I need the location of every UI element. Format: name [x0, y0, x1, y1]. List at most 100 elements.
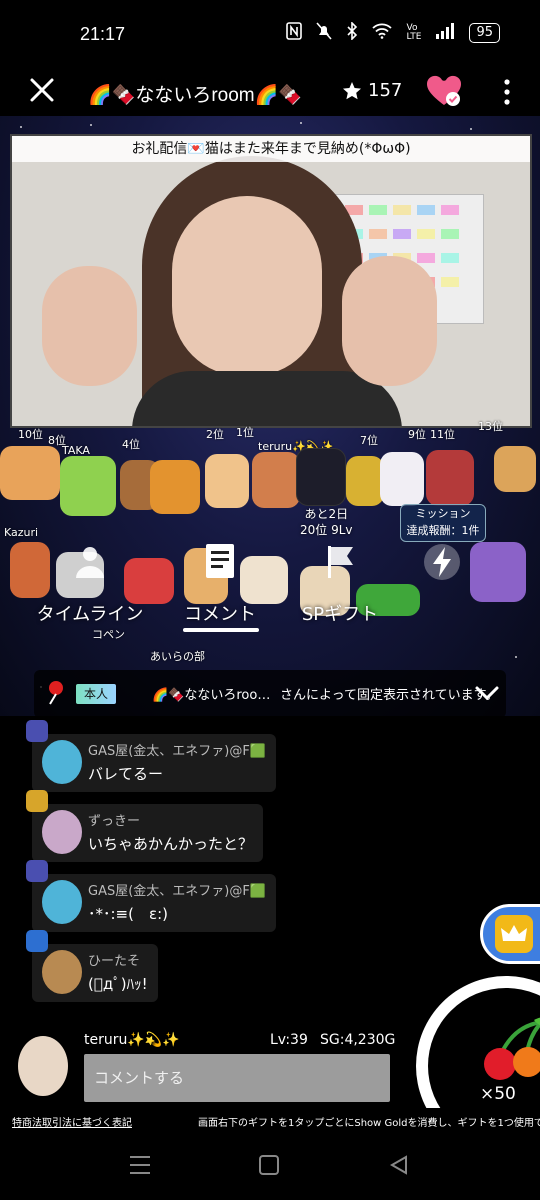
close-icon: [30, 78, 54, 102]
home-button[interactable]: [258, 1154, 280, 1180]
pin-icon: [46, 680, 68, 710]
sparkle: [20, 126, 22, 128]
owner-badge: 本人: [76, 684, 117, 704]
expand-button[interactable]: [474, 682, 500, 708]
rank-label: 4位: [122, 438, 140, 451]
comment-bubble: GAS屋(金太、エネファ)@F🟩 バレてるー: [26, 720, 277, 792]
avatar[interactable]: [42, 880, 82, 924]
mission-title: ミッション: [415, 507, 471, 520]
streamer-left-fist: [42, 266, 137, 386]
comment-bubble: GAS屋(金太、エネファ)@F🟩 ･*･:≡( ε:): [26, 860, 277, 932]
level-badge-icon: [26, 790, 48, 812]
comment-text: ･*･:≡( ε:): [88, 905, 168, 923]
user-name: teruru✨💫✨: [84, 1032, 180, 1048]
avatar[interactable]: [42, 810, 82, 854]
sparkle: [300, 122, 302, 124]
comment-item: GAS屋(金太、エネファ)@F🟩 ･*･:≡( ε:): [26, 860, 277, 932]
favorite-button[interactable]: [426, 74, 462, 108]
comment-author: ひーたそ: [88, 954, 141, 969]
tab-label: SPギフト: [301, 604, 379, 625]
pinned-owner-name: 🌈🍫なないろroo…: [152, 688, 271, 703]
status-icons: Vo LTE 95: [286, 21, 500, 44]
level-badge-icon: [26, 930, 48, 952]
viewer-avatar: [296, 448, 346, 506]
rank-label: 13位: [478, 420, 503, 433]
active-tab-indicator: [183, 628, 259, 632]
pinned-message: さんによって固定表示されています。: [280, 688, 499, 703]
viewer-avatar: [60, 456, 116, 516]
signal-icon: [435, 23, 455, 43]
comment-author: GAS屋(金太、エネファ)@F🟩: [88, 744, 267, 759]
video-player[interactable]: お礼配信💌猫はまた来年まで見納め(*ΦωΦ): [10, 134, 532, 428]
tab-comment[interactable]: コメント: [150, 534, 290, 626]
recent-apps-icon: [130, 1156, 150, 1174]
comment-list-icon: [206, 544, 234, 578]
star-icon: [343, 81, 361, 99]
chevron-down-icon: [475, 686, 499, 701]
volte-icon: Vo LTE: [406, 23, 422, 42]
viewer-avatar: [494, 446, 536, 492]
rank-label: 9位: [408, 428, 426, 441]
rank-label: 1位: [236, 426, 254, 439]
comment-text: いちゃあかんかったと？: [88, 835, 254, 853]
avatar[interactable]: [42, 740, 82, 784]
viewer-avatar: [346, 456, 384, 506]
tab-lightning[interactable]: [372, 534, 512, 600]
comment-input[interactable]: [84, 1054, 390, 1102]
user-level: Lv:39: [270, 1032, 308, 1048]
comment-author: ずっきー: [88, 814, 141, 829]
level-badge-icon: [26, 860, 48, 882]
rank-label: 7位: [360, 434, 378, 447]
mute-icon: [316, 22, 333, 44]
viewer-avatar: [0, 446, 60, 500]
gift-hint: 画面右下のギフトを1タップごとにShow Goldを消費し、ギフトを1つ使用でき…: [198, 1118, 540, 1129]
viewer-avatar: [426, 450, 474, 506]
wifi-icon: [372, 23, 393, 43]
comment-composer: teruru✨💫✨ Lv:39 SG:4,230G: [0, 1028, 420, 1108]
footer-note: 特商法取引法に基づく表記 画面右下のギフトを1タップごとにShow Goldを消…: [0, 1108, 540, 1134]
tab-label: タイムライン: [36, 604, 144, 625]
tab-timeline[interactable]: タイムライン: [20, 534, 160, 626]
countdown-days: あと2日: [304, 507, 349, 521]
flag-icon: [328, 546, 353, 578]
stream-stage: お礼配信💌猫はまた来年まで見納め(*ΦωΦ) 10位 8位 TAKA 4位 2位…: [0, 116, 540, 716]
legal-link[interactable]: 特商法取引法に基づく表記: [12, 1114, 132, 1129]
star-count: 157: [342, 80, 402, 101]
comment-item: GAS屋(金太、エネファ)@F🟩 バレてるー: [26, 720, 277, 792]
avatar[interactable]: [18, 1036, 68, 1096]
streamer-right-fist: [342, 256, 437, 386]
back-icon: [389, 1155, 407, 1175]
viewer-avatar: [150, 460, 200, 514]
pinned-notice[interactable]: 本人 🌈🍫なないろroo… さんによって固定表示されています。: [34, 670, 506, 718]
status-bar: 21:17 Vo LTE 95: [0, 0, 540, 68]
sparkle: [515, 656, 517, 658]
more-vertical-icon: [504, 79, 510, 105]
star-count-value: 157: [368, 80, 403, 101]
room-header: 🌈🍫なないろroom🌈🍫 157: [0, 68, 540, 116]
avatar[interactable]: [42, 950, 82, 994]
bluetooth-icon: [346, 21, 358, 44]
level-badge-icon: [26, 720, 48, 742]
system-nav: [0, 1134, 540, 1200]
comment-text: (ﾟдﾟ)ﾊｯ!: [88, 975, 148, 993]
battery-icon: 95: [469, 23, 500, 43]
viewer-name: あいらの部: [150, 650, 205, 663]
recent-apps-button[interactable]: [128, 1154, 152, 1180]
view-tabs: タイムライン コメント SPギフト: [0, 534, 540, 644]
home-icon: [259, 1155, 279, 1175]
comment-item: ひーたそ (ﾟдﾟ)ﾊｯ!: [26, 930, 158, 1002]
viewer-avatar: [380, 452, 424, 506]
room-title: 🌈🍫なないろroom🌈🍫: [88, 85, 302, 106]
more-button[interactable]: [500, 78, 514, 106]
timeline-icon: [76, 547, 104, 578]
close-button[interactable]: [28, 76, 56, 104]
back-button[interactable]: [388, 1154, 410, 1180]
app-root: 21:17 Vo LTE 95 🌈🍫なないろroom🌈🍫 157 お礼配信💌猫は…: [0, 0, 540, 1200]
lightning-icon: [424, 544, 460, 580]
nfc-icon: [286, 22, 303, 44]
rank-label: 2位: [206, 428, 224, 441]
comment-item: ずっきー いちゃあかんかったと？: [26, 790, 264, 862]
ranking-button[interactable]: [480, 904, 540, 964]
crown-icon: [495, 915, 533, 953]
streamer-face: [172, 196, 322, 376]
